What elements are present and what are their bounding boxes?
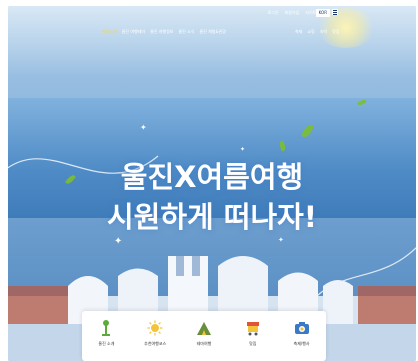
sparkle-icon: ✦ <box>278 236 284 244</box>
quick-item-label: 테마여행 <box>196 341 212 346</box>
hero-title-line1: 울진X여름여행 <box>120 160 304 194</box>
tower-icon <box>98 319 114 337</box>
quick-item-festival[interactable]: 축제/행사 <box>280 319 324 347</box>
hero-banner: 로그인 회원가입 사이트맵 KOR 울진소개 울진 여행테마 울진 여행정보 울… <box>8 6 416 361</box>
food-cart-icon <box>245 319 261 337</box>
sparkle-icon: ✦ <box>114 236 123 247</box>
quick-item-food[interactable]: 맛집 <box>231 319 275 347</box>
quick-item-course[interactable]: 추천여행코스 <box>133 319 177 347</box>
quick-menu: 울진 소개 추천여행코스 테마여행 맛집 축제/행사 <box>82 311 326 361</box>
tent-icon <box>196 319 212 337</box>
sparkle-icon: ✦ <box>140 123 147 132</box>
quick-item-label: 축제/행사 <box>293 341 310 346</box>
hero-title-line2: 시원하게 떠나자! <box>106 200 318 234</box>
sparkle-icon: ✦ <box>240 146 246 153</box>
quick-item-label: 맛집 <box>249 341 257 346</box>
quick-item-theme[interactable]: 테마여행 <box>182 319 226 347</box>
quick-item-label: 울진 소개 <box>98 341 115 346</box>
quick-item-label: 추천여행코스 <box>144 341 167 346</box>
sun-icon <box>147 319 163 337</box>
camera-icon <box>294 319 310 337</box>
quick-item-intro[interactable]: 울진 소개 <box>84 319 128 347</box>
